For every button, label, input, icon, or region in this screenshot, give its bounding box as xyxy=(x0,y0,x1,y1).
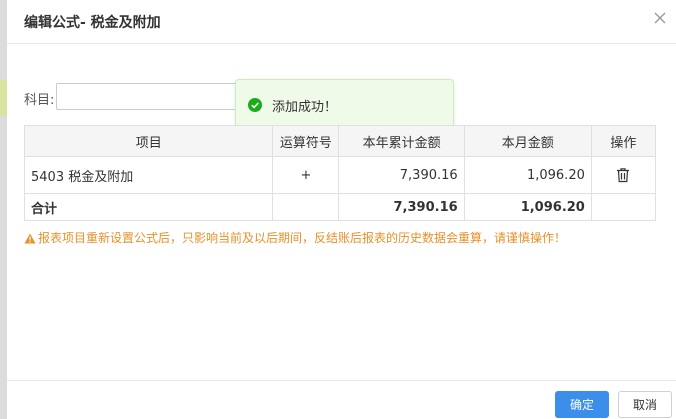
check-circle-icon xyxy=(248,98,262,112)
warning-note: 报表项目重新设置公式后，只影响当前及以后期间，反结账后报表的历史数据会重算，请谨… xyxy=(24,229,566,246)
header-operator: 运算符号 xyxy=(272,125,340,157)
total-label: 合计 xyxy=(23,193,274,221)
toast-message: 添加成功！ xyxy=(272,100,338,115)
dialog-footer: 确定 取消 xyxy=(7,380,676,419)
background-panel xyxy=(0,0,7,419)
total-year-total: 7,390.16 xyxy=(338,193,465,221)
cell-operator[interactable]: + xyxy=(272,156,340,194)
header-month-amount: 本月金额 xyxy=(463,125,592,157)
total-operator xyxy=(272,193,340,221)
table-header-row: 项目 运算符号 本年累计金额 本月金额 操作 xyxy=(23,125,657,157)
trash-icon[interactable] xyxy=(616,167,630,183)
header-item: 项目 xyxy=(23,125,274,157)
cell-month-amount: 1,096.20 xyxy=(463,156,592,194)
success-toast: 添加成功！ xyxy=(235,79,454,128)
header-action: 操作 xyxy=(590,125,657,157)
edit-formula-dialog: 编辑公式- 税金及附加 科目: 添加成功！ 项目 运算符号 本年累计金额 本月金… xyxy=(7,0,676,419)
cell-year-total: 7,390.16 xyxy=(338,156,465,194)
table-row: 5403 税金及附加 + 7,390.16 1,096.20 xyxy=(23,156,657,194)
total-month-amount: 1,096.20 xyxy=(463,193,592,221)
cell-action xyxy=(590,156,657,194)
close-icon[interactable] xyxy=(652,10,668,26)
formula-table: 项目 运算符号 本年累计金额 本月金额 操作 5403 税金及附加 + 7,39… xyxy=(23,125,657,221)
subject-label: 科目: xyxy=(24,93,55,108)
warning-text: 报表项目重新设置公式后，只影响当前及以后期间，反结账后报表的历史数据会重算，请谨… xyxy=(38,231,567,245)
dialog-header: 编辑公式- 税金及附加 xyxy=(7,0,676,44)
dialog-title: 编辑公式- 税金及附加 xyxy=(24,15,161,31)
cell-item: 5403 税金及附加 xyxy=(23,156,274,194)
subject-input[interactable] xyxy=(56,83,256,110)
background-highlight xyxy=(0,80,7,116)
confirm-button[interactable]: 确定 xyxy=(555,391,609,418)
total-row: 合计 7,390.16 1,096.20 xyxy=(23,193,657,221)
warning-triangle-icon xyxy=(24,233,36,244)
cancel-button[interactable]: 取消 xyxy=(618,391,672,418)
header-year-total: 本年累计金额 xyxy=(338,125,465,157)
total-action xyxy=(590,193,657,221)
